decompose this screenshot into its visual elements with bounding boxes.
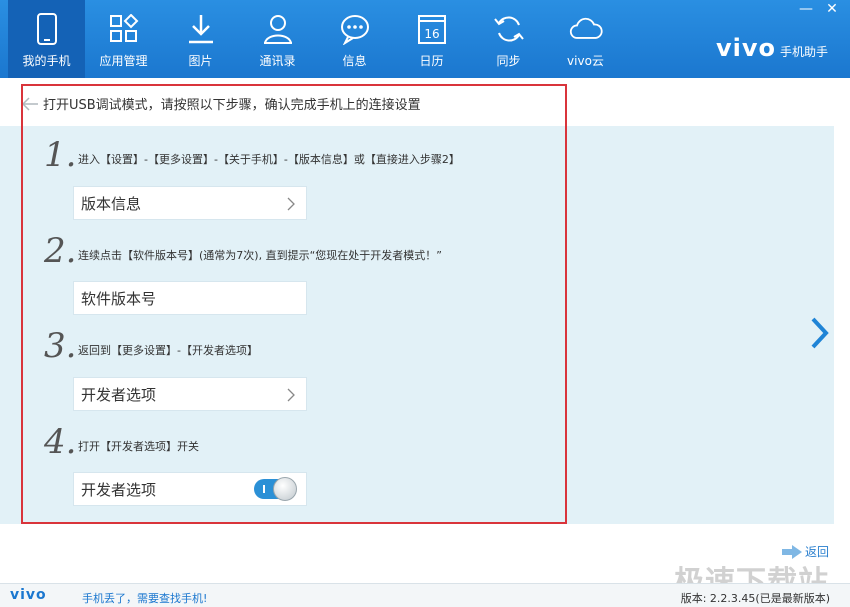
cloud-icon — [569, 12, 603, 46]
nav-app-manager[interactable]: 应用管理 — [85, 0, 162, 78]
step-3: 3. 返回到【更多设置】-【开发者选项】 — [44, 329, 258, 363]
toggle-knob — [273, 477, 297, 501]
chevron-right-icon — [287, 197, 295, 211]
status-bar: vivo 手机丢了，需要查找手机! 版本: 2.2.3.45(已是最新版本) — [0, 583, 850, 607]
nav-label: 通讯录 — [259, 54, 296, 68]
nav-label: 应用管理 — [99, 54, 148, 68]
footer-vivo-logo: vivo — [10, 587, 47, 603]
nav-contacts[interactable]: 通讯录 — [239, 0, 316, 78]
nav-sync[interactable]: 同步 — [470, 0, 547, 78]
step-1: 1. 进入【设置】-【更多设置】-【关于手机】-【版本信息】或【直接进入步骤2】 — [44, 138, 460, 172]
version-info-button[interactable]: 版本信息 — [73, 186, 307, 220]
brand-subtitle: 手机助手 — [780, 45, 829, 59]
apps-icon — [107, 12, 141, 46]
step-2: 2. 连续点击【软件版本号】(通常为7次), 直到提示“您现在处于开发者模式！” — [44, 234, 442, 268]
download-icon — [184, 12, 218, 46]
main-nav: 我的手机 应用管理 图片 通讯录 信息 16 日历 同步 vivo云 — [8, 0, 624, 78]
svg-text:16: 16 — [424, 27, 439, 41]
step-4: 4. 打开【开发者选项】开关 — [44, 425, 199, 459]
top-bar: 我的手机 应用管理 图片 通讯录 信息 16 日历 同步 vivo云 vivo … — [0, 0, 850, 78]
window-controls: — ✕ — [794, 0, 844, 18]
contact-icon — [261, 12, 295, 46]
phone-icon — [30, 12, 64, 46]
nav-calendar[interactable]: 16 日历 — [393, 0, 470, 78]
nav-label: 信息 — [342, 54, 367, 68]
nav-label: 日历 — [419, 54, 444, 68]
minimize-button[interactable]: — — [794, 0, 818, 18]
step-text: 连续点击【软件版本号】(通常为7次), 直到提示“您现在处于开发者模式！” — [78, 249, 442, 262]
nav-label: 同步 — [496, 54, 521, 68]
next-arrow-icon[interactable] — [809, 316, 831, 350]
step-number: 3. — [44, 326, 77, 366]
chevron-right-icon — [287, 388, 295, 402]
find-phone-link[interactable]: 手机丢了，需要查找手机! — [82, 590, 207, 606]
software-version-button[interactable]: 软件版本号 — [73, 281, 307, 315]
nav-label: vivo云 — [567, 54, 604, 68]
box-label: 软件版本号 — [81, 289, 157, 308]
message-icon — [338, 12, 372, 46]
step-text: 打开【开发者选项】开关 — [78, 440, 199, 453]
box-label: 开发者选项 — [81, 480, 157, 499]
step-number: 4. — [44, 422, 77, 462]
step-number: 2. — [44, 231, 77, 271]
step-number: 1. — [44, 135, 77, 175]
box-label: 版本信息 — [81, 194, 142, 213]
nav-messages[interactable]: 信息 — [316, 0, 393, 78]
step-text: 进入【设置】-【更多设置】-【关于手机】-【版本信息】或【直接进入步骤2】 — [78, 153, 460, 166]
nav-vivo-cloud[interactable]: vivo云 — [547, 0, 624, 78]
developer-options-button[interactable]: 开发者选项 — [73, 377, 307, 411]
brand: vivo 手机助手 — [716, 34, 828, 62]
version-text: 版本: 2.2.3.45(已是最新版本) — [680, 592, 830, 605]
developer-options-toggle[interactable] — [254, 477, 297, 501]
nav-label: 我的手机 — [22, 54, 71, 68]
vivo-logo: vivo — [716, 34, 777, 62]
toggle-on-mark — [263, 485, 265, 493]
nav-pictures[interactable]: 图片 — [162, 0, 239, 78]
nav-my-phone[interactable]: 我的手机 — [8, 0, 85, 78]
developer-options-switch-row: 开发者选项 — [73, 472, 307, 506]
close-button[interactable]: ✕ — [820, 0, 844, 18]
nav-label: 图片 — [188, 54, 213, 68]
step-text: 返回到【更多设置】-【开发者选项】 — [78, 344, 258, 357]
calendar-icon: 16 — [415, 12, 449, 46]
sync-icon — [492, 12, 526, 46]
box-label: 开发者选项 — [81, 385, 157, 404]
